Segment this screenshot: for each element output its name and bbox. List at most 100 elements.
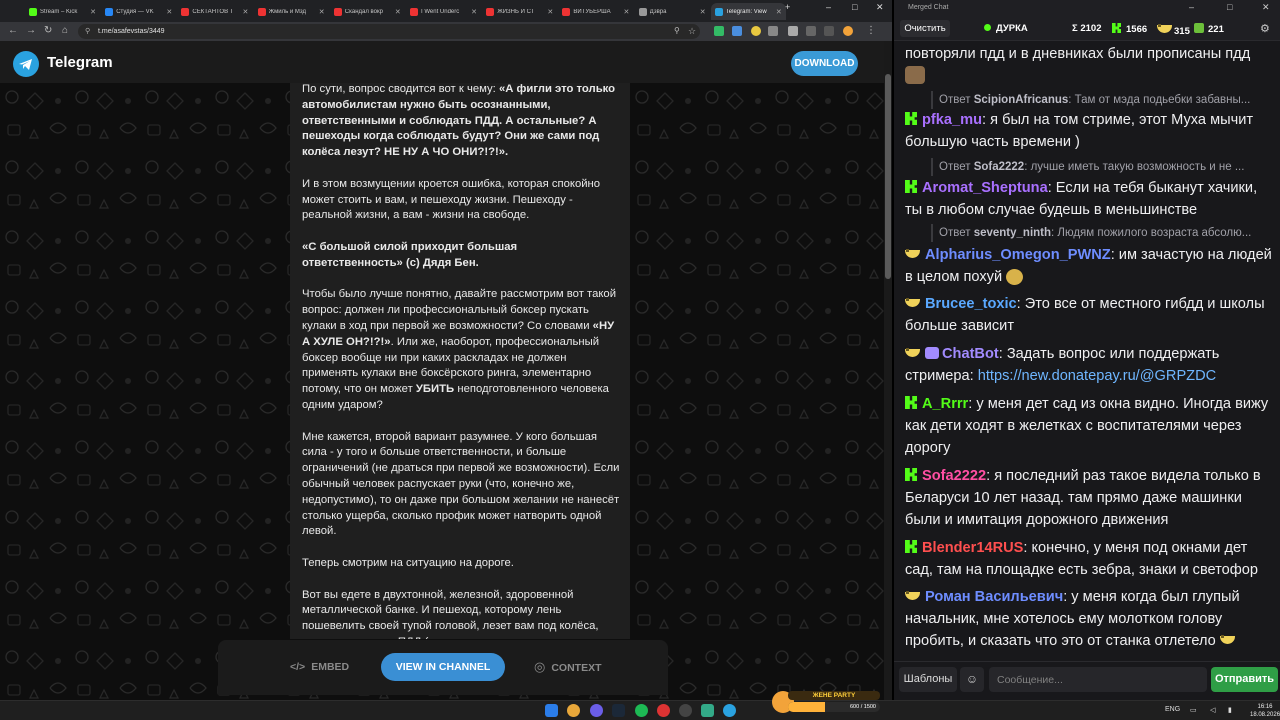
minimize-button[interactable]: – (826, 2, 831, 12)
kebab-menu-icon[interactable]: ⋮ (866, 25, 876, 37)
clock[interactable]: 16:16 18.08.2026 (1250, 703, 1280, 719)
app-icon[interactable] (657, 704, 670, 717)
browser-tab[interactable]: Stream – Kick ✕ (25, 3, 100, 20)
extension-icon[interactable] (732, 26, 742, 36)
widget-title: ЖЕНЕ PARTY (788, 691, 880, 700)
search-icon[interactable]: ⚲ (674, 25, 680, 37)
back-icon[interactable]: ← (8, 25, 18, 37)
windows-start-icon[interactable] (545, 704, 558, 717)
stat-total: Σ 2102 (1072, 23, 1102, 34)
username[interactable]: pfka_mu (922, 112, 982, 128)
tab-favicon-icon (562, 7, 571, 16)
reload-icon[interactable]: ↻ (44, 25, 52, 37)
browser-tab[interactable]: Скандал вокр ✕ (330, 3, 405, 20)
emoji-smile-icon[interactable]: ☺ (960, 667, 984, 692)
obs-icon[interactable] (679, 704, 692, 717)
send-button[interactable]: Отправить (1211, 667, 1278, 692)
close-tab-icon[interactable]: ✕ (395, 8, 401, 16)
puzzle-icon[interactable] (788, 26, 798, 36)
clear-chat-button[interactable]: Очистить (900, 20, 950, 37)
templates-button[interactable]: Шаблоны (899, 667, 957, 692)
spotify-icon[interactable] (635, 704, 648, 717)
username[interactable]: Alpharius_Omegon_PWNZ (925, 247, 1111, 263)
close-tab-icon[interactable]: ✕ (776, 8, 782, 16)
browser-tab[interactable]: ЖИЗНЬ И СТ ✕ (482, 3, 557, 20)
close-tab-icon[interactable]: ✕ (166, 8, 172, 16)
battery-icon[interactable]: ▮ (1228, 706, 1232, 714)
extension-icon[interactable] (768, 26, 778, 36)
tab-favicon-icon (29, 7, 37, 16)
close-tab-icon[interactable]: ✕ (700, 8, 706, 16)
telegram-logo-icon[interactable] (13, 51, 39, 77)
close-tab-icon[interactable]: ✕ (547, 8, 553, 16)
maximize-button[interactable]: □ (852, 2, 857, 12)
extension-icon[interactable] (714, 26, 724, 36)
reply-preview[interactable]: Ответ ScipionAfricanus: Там от мэда подь… (931, 91, 1276, 109)
username[interactable]: ChatBot (942, 346, 999, 362)
browser-tab[interactable]: СЕКТАНТОВ Т ✕ (177, 3, 252, 20)
username[interactable]: A_Rrrr (922, 396, 968, 412)
minimize-button[interactable]: – (1189, 2, 1194, 12)
forward-icon[interactable]: → (26, 25, 36, 37)
banana-badge-icon (905, 590, 920, 602)
username[interactable]: Sofa2222 (922, 468, 986, 484)
browser-tab[interactable]: Студия — VK ✕ (101, 3, 176, 20)
extension-icon[interactable] (751, 26, 761, 36)
browser-tab[interactable]: Дзвра ✕ (635, 3, 710, 20)
close-button[interactable]: ✕ (1262, 2, 1270, 13)
close-tab-icon[interactable]: ✕ (90, 8, 96, 16)
bookmark-star-icon[interactable]: ☆ (688, 25, 696, 37)
home-icon[interactable]: ⌂ (62, 25, 68, 37)
close-tab-icon[interactable]: ✕ (243, 8, 249, 16)
split-view-icon[interactable] (824, 26, 834, 36)
donate-link[interactable]: https://new.donatepay.ru/@GRPZDC (978, 368, 1216, 384)
steam-icon[interactable] (612, 704, 625, 717)
emote-icon (905, 66, 925, 84)
chat-stats-bar: Очистить ДУРКА Σ 2102 1566 315 221 ⚙ (894, 17, 1280, 41)
username[interactable]: Blender14RUS (922, 540, 1023, 556)
message-input[interactable] (989, 667, 1207, 692)
telegram-brand[interactable]: Telegram (47, 54, 113, 71)
username[interactable]: Aromat_Sheptuna (922, 180, 1048, 196)
browser-tab[interactable]: ВИТУБЕРША ✕ (558, 3, 633, 20)
app-icon[interactable] (701, 704, 714, 717)
view-in-channel-button[interactable]: VIEW IN CHANNEL (381, 653, 505, 681)
scrollbar-thumb[interactable] (885, 74, 891, 279)
username[interactable]: Роман Васильевич (925, 589, 1063, 605)
downloads-icon[interactable] (806, 26, 816, 36)
context-button[interactable]: ◎ CONTEXT (534, 653, 602, 681)
chrome-icon[interactable] (567, 704, 580, 717)
tab-favicon-icon (333, 7, 342, 16)
close-tab-icon[interactable]: ✕ (624, 8, 630, 16)
close-tab-icon[interactable]: ✕ (471, 8, 477, 16)
discord-icon[interactable] (590, 704, 603, 717)
chat-message: Alpharius_Omegon_PWNZ: им зачастую на лю… (905, 244, 1275, 288)
settings-gear-icon[interactable]: ⚙ (1260, 22, 1270, 35)
chat-window-title: Merged Chat (908, 4, 949, 11)
site-info-icon[interactable]: ⚲ (85, 24, 90, 39)
download-button[interactable]: DOWNLOAD (791, 51, 858, 76)
language-indicator[interactable]: ENG (1165, 706, 1180, 713)
profile-avatar[interactable] (843, 26, 853, 36)
telegram-taskbar-icon[interactable] (723, 704, 736, 717)
browser-tab[interactable]: I Went Underc ✕ (406, 3, 481, 20)
reply-preview[interactable]: Ответ seventy_ninth: Людям пожилого возр… (931, 224, 1276, 242)
new-tab-button[interactable]: + (785, 2, 790, 12)
maximize-button[interactable]: □ (1227, 2, 1232, 12)
username[interactable]: Brucee_toxic (925, 296, 1017, 312)
page-scrollbar[interactable] (884, 41, 892, 700)
embed-button[interactable]: </> EMBED (290, 653, 349, 681)
close-window-button[interactable]: ✕ (876, 2, 884, 13)
reply-preview[interactable]: Ответ Sofa2222: лучше иметь такую возмож… (931, 158, 1276, 176)
browser-tab[interactable]: Жмиль и Мзд ✕ (254, 3, 329, 20)
volume-icon[interactable]: ◁ (1210, 706, 1215, 714)
banana-badge-icon (905, 248, 920, 260)
reply-text: : Там от мэда подьебки забавны... (1068, 94, 1251, 106)
browser-tab[interactable]: Telegram: View ✕ (710, 3, 786, 20)
url-field[interactable]: ⚲ t.me/asafevstas/3449 (78, 24, 700, 39)
stat-kick-value: 1566 (1126, 24, 1148, 35)
code-icon: </> (290, 661, 306, 673)
network-icon[interactable]: ▭ (1190, 706, 1197, 714)
status-label: ДУРКА (996, 23, 1028, 34)
close-tab-icon[interactable]: ✕ (319, 8, 325, 16)
